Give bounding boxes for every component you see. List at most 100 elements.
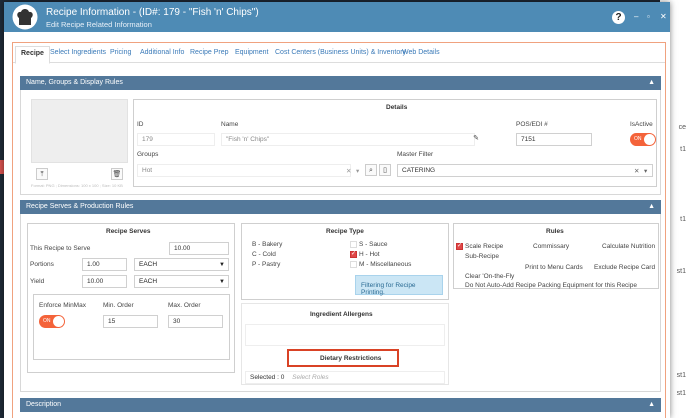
portions-field[interactable]: 1.00 bbox=[82, 258, 127, 271]
name-field[interactable]: "Fish 'n' Chips" bbox=[221, 133, 475, 146]
scale-recipe-label: Scale Recipe bbox=[465, 243, 504, 250]
portions-unit-select[interactable]: EACH ▼ bbox=[134, 258, 229, 271]
selected-count: Selected : 0 bbox=[250, 374, 285, 381]
toggle-on-text: ON bbox=[43, 318, 51, 324]
pencil-icon[interactable]: ✎ bbox=[470, 133, 482, 145]
caret-down-icon[interactable]: ▾ bbox=[644, 167, 647, 175]
allergens-box: Ingredient Allergens Dietary Restriction… bbox=[241, 303, 449, 385]
toggle-knob bbox=[644, 134, 655, 145]
name-groups-panel: ⤒ 🗑 Format: PNG ; Dimensions: 100 x 100 … bbox=[20, 90, 661, 195]
recipe-type-option[interactable]: B - Bakery bbox=[252, 241, 282, 248]
hot-checkbox[interactable] bbox=[350, 250, 357, 258]
isactive-toggle[interactable]: ON bbox=[630, 133, 656, 146]
min-order-label: Min. Order bbox=[103, 302, 134, 309]
document-icon[interactable]: ▯ bbox=[379, 164, 391, 176]
exclude-recipe-card-label[interactable]: Exclude Recipe Card bbox=[594, 264, 655, 271]
no-auto-add-label[interactable]: Do Not Auto-Add Recipe Packing Equipment… bbox=[465, 282, 637, 289]
id-field: 179 bbox=[137, 133, 215, 146]
tab-select-ingredients[interactable]: Select Ingredients bbox=[50, 49, 106, 56]
calculate-nutrition-label[interactable]: Calculate Nutrition bbox=[602, 243, 655, 250]
portions-label: Portions bbox=[30, 261, 54, 268]
background-text: ce bbox=[678, 124, 686, 131]
pos-field[interactable]: 7151 bbox=[516, 133, 592, 146]
enforce-minmax-toggle[interactable]: ON bbox=[39, 315, 65, 328]
caret-down-icon[interactable]: ▾ bbox=[356, 167, 359, 175]
background-text: st1 bbox=[676, 372, 686, 379]
dialog-titlebar: Recipe Information - (ID#: 179 - "Fish '… bbox=[4, 2, 670, 32]
name-groups-panel-header[interactable]: Name, Groups & Display Rules ▲ bbox=[20, 76, 661, 90]
chevron-up-icon[interactable]: ▲ bbox=[648, 398, 655, 412]
recipe-type-option[interactable]: P - Pastry bbox=[252, 261, 280, 268]
tab-cost-centers[interactable]: Cost Centers (Business Units) & Inventor… bbox=[275, 49, 406, 56]
allergens-heading: Ingredient Allergens bbox=[310, 311, 373, 318]
toggle-knob bbox=[53, 316, 64, 327]
portions-unit-value: EACH bbox=[139, 261, 158, 268]
tab-web-details[interactable]: Web Details bbox=[402, 49, 440, 56]
trash-icon[interactable]: 🗑 bbox=[111, 168, 123, 180]
dialog-title: Recipe Information - (ID#: 179 - "Fish '… bbox=[46, 7, 259, 18]
serves-panel: Recipe Serves This Recipe to Serve 10.00… bbox=[20, 214, 661, 392]
rules-box: Rules Scale Recipe Commissary Calculate … bbox=[453, 223, 659, 289]
dietary-restrictions-select[interactable]: Selected : 0 Select Roles bbox=[245, 371, 445, 384]
toggle-on-text: ON bbox=[634, 136, 642, 142]
max-order-field[interactable]: 30 bbox=[168, 315, 223, 328]
image-caption: Format: PNG ; Dimensions: 100 x 100 ; Si… bbox=[31, 183, 123, 188]
hot-label: H - Hot bbox=[359, 251, 380, 258]
highlight-box bbox=[287, 349, 399, 367]
max-order-label: Max. Order bbox=[168, 302, 201, 309]
description-panel-header[interactable]: Description ▲ bbox=[20, 398, 661, 412]
serve-label: This Recipe to Serve bbox=[30, 245, 91, 252]
chevron-up-icon[interactable]: ▲ bbox=[648, 200, 655, 214]
panel-title: Description bbox=[26, 401, 62, 408]
master-filter-select[interactable]: CATERING bbox=[397, 164, 653, 177]
master-filter-label: Master Filter bbox=[397, 151, 434, 158]
allergens-list[interactable] bbox=[245, 324, 445, 346]
background-text: st1 bbox=[676, 390, 686, 397]
panel-title: Name, Groups & Display Rules bbox=[26, 79, 123, 86]
clear-on-the-fly-label[interactable]: Clear 'On-the-Fly bbox=[465, 273, 514, 280]
name-label: Name bbox=[221, 121, 239, 128]
rules-heading: Rules bbox=[546, 228, 564, 235]
enforce-minmax-label: Enforce MinMax bbox=[39, 302, 86, 309]
tab-bar: Recipe Select Ingredients Pricing Additi… bbox=[13, 43, 665, 64]
background-text: st1 bbox=[676, 268, 686, 275]
recipe-image[interactable] bbox=[31, 99, 128, 163]
scale-recipe-checkbox[interactable] bbox=[456, 242, 463, 250]
tab-additional-info[interactable]: Additional Info bbox=[140, 49, 184, 56]
search-icon[interactable]: ⌕ bbox=[365, 164, 377, 176]
tab-equipment[interactable]: Equipment bbox=[235, 49, 268, 56]
chef-hat-icon bbox=[12, 4, 38, 30]
recipe-type-option[interactable]: C - Cold bbox=[252, 251, 276, 258]
groups-field[interactable]: Hot bbox=[137, 164, 351, 177]
clear-icon[interactable]: ✕ bbox=[346, 167, 351, 175]
recipe-information-dialog: Recipe Information - (ID#: 179 - "Fish '… bbox=[4, 2, 670, 418]
sauce-checkbox[interactable] bbox=[350, 241, 357, 248]
tab-recipe-prep[interactable]: Recipe Prep bbox=[190, 49, 229, 56]
yield-unit-select[interactable]: EACH ▼ bbox=[134, 275, 229, 288]
serve-field[interactable]: 10.00 bbox=[169, 242, 229, 255]
clear-icon[interactable]: ✕ bbox=[634, 167, 639, 175]
chevron-up-icon[interactable]: ▲ bbox=[648, 76, 655, 90]
sauce-label: S - Sauce bbox=[359, 241, 388, 248]
close-button[interactable]: ✕ bbox=[660, 12, 667, 21]
miscellaneous-checkbox[interactable] bbox=[350, 261, 357, 268]
upload-icon[interactable]: ⤒ bbox=[36, 168, 48, 180]
panel-title: Recipe Serves & Production Rules bbox=[26, 203, 134, 210]
print-menu-cards-label[interactable]: Print to Menu Cards bbox=[525, 264, 583, 271]
recipe-serves-heading: Recipe Serves bbox=[106, 228, 151, 235]
tab-pricing[interactable]: Pricing bbox=[110, 49, 131, 56]
isactive-label: IsActive bbox=[630, 121, 653, 128]
yield-field[interactable]: 10.00 bbox=[82, 275, 127, 288]
sub-recipe-label[interactable]: Sub-Recipe bbox=[465, 253, 499, 260]
help-icon[interactable]: ? bbox=[612, 11, 625, 24]
maximize-button[interactable]: ▫ bbox=[647, 12, 650, 21]
dialog-content: Recipe Select Ingredients Pricing Additi… bbox=[12, 42, 666, 418]
min-order-field[interactable]: 15 bbox=[103, 315, 158, 328]
minimize-button[interactable]: – bbox=[634, 12, 638, 21]
serves-panel-header[interactable]: Recipe Serves & Production Rules ▲ bbox=[20, 200, 661, 214]
commissary-label[interactable]: Commissary bbox=[533, 243, 569, 250]
tab-recipe[interactable]: Recipe bbox=[15, 46, 50, 64]
minmax-box: Enforce MinMax ON Min. Order 15 Max. Ord… bbox=[33, 294, 230, 360]
id-label: ID bbox=[137, 121, 144, 128]
recipe-printing-info: Filtering for Recipe Printing. bbox=[355, 275, 443, 296]
